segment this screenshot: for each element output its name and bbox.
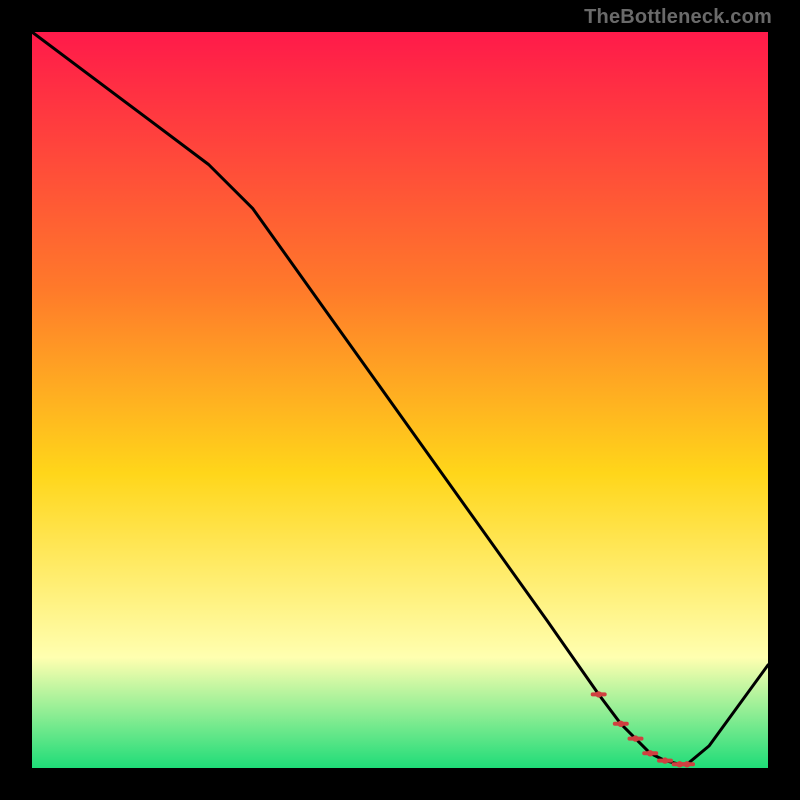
anomaly-dot	[647, 750, 653, 756]
chart-page: TheBottleneck.com	[0, 0, 800, 800]
anomaly-dot	[684, 761, 690, 767]
anomaly-dot	[596, 691, 602, 697]
anomaly-dot	[662, 757, 668, 763]
chart-svg	[32, 32, 768, 768]
watermark-text: TheBottleneck.com	[584, 6, 772, 29]
chart-plot-area	[32, 32, 768, 768]
chart-gradient-background	[32, 32, 768, 768]
anomaly-dot	[618, 721, 624, 727]
anomaly-dot	[632, 735, 638, 741]
